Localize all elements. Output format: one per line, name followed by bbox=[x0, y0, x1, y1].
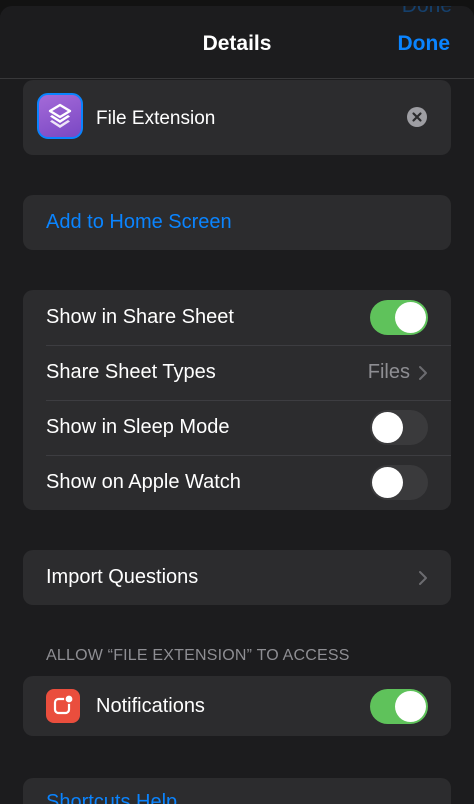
share-sheet-types-label: Share Sheet Types bbox=[46, 361, 216, 383]
add-to-home-screen-label: Add to Home Screen bbox=[46, 211, 232, 233]
notifications-label: Notifications bbox=[96, 694, 205, 717]
share-sheet-types-value: Files bbox=[367, 361, 410, 383]
notifications-card: Notifications bbox=[23, 676, 451, 736]
share-sheet-toggle[interactable] bbox=[370, 300, 428, 335]
import-questions-row[interactable]: Import Questions bbox=[23, 550, 451, 605]
share-sheet-types-row[interactable]: Share Sheet Types Files bbox=[23, 345, 451, 400]
shortcut-name-card: File Extension bbox=[23, 80, 451, 155]
notifications-toggle[interactable] bbox=[370, 688, 428, 724]
share-settings-card: Show in Share Sheet Share Sheet Types Fi… bbox=[23, 290, 451, 510]
shortcuts-help-card: Shortcuts Help bbox=[23, 778, 451, 804]
toggle-knob bbox=[372, 467, 403, 498]
apple-watch-row: Show on Apple Watch bbox=[23, 455, 451, 510]
navigation-bar: Details Done bbox=[0, 12, 474, 79]
import-questions-card: Import Questions bbox=[23, 550, 451, 605]
apple-watch-toggle[interactable] bbox=[370, 465, 428, 500]
chevron-right-icon bbox=[419, 570, 427, 585]
shortcuts-help-label: Shortcuts Help bbox=[46, 791, 178, 804]
details-sheet: Done Details Done File Extension Add to … bbox=[0, 6, 474, 804]
access-section-header: ALLOW “FILE EXTENSION” TO ACCESS bbox=[46, 647, 350, 664]
toggle-knob bbox=[395, 690, 426, 722]
add-to-home-screen-button[interactable]: Add to Home Screen bbox=[23, 195, 451, 250]
shortcut-name-input[interactable]: File Extension bbox=[96, 108, 215, 130]
toggle-knob bbox=[395, 302, 426, 333]
share-sheet-label: Show in Share Sheet bbox=[46, 306, 234, 328]
sleep-mode-toggle[interactable] bbox=[370, 410, 428, 445]
notifications-row: Notifications bbox=[23, 676, 451, 736]
sleep-mode-label: Show in Sleep Mode bbox=[46, 416, 230, 438]
share-sheet-row: Show in Share Sheet bbox=[23, 290, 451, 345]
chevron-right-icon bbox=[419, 365, 427, 380]
apple-watch-label: Show on Apple Watch bbox=[46, 471, 241, 493]
done-button[interactable]: Done bbox=[398, 32, 451, 56]
import-questions-label: Import Questions bbox=[46, 566, 199, 588]
toggle-knob bbox=[372, 412, 403, 443]
sleep-mode-row: Show in Sleep Mode bbox=[23, 400, 451, 455]
notifications-icon bbox=[46, 689, 80, 723]
shortcuts-layers-icon[interactable] bbox=[37, 93, 83, 139]
add-home-card: Add to Home Screen bbox=[23, 195, 451, 250]
clear-text-icon[interactable] bbox=[407, 107, 427, 127]
shortcuts-help-button[interactable]: Shortcuts Help bbox=[23, 778, 451, 804]
